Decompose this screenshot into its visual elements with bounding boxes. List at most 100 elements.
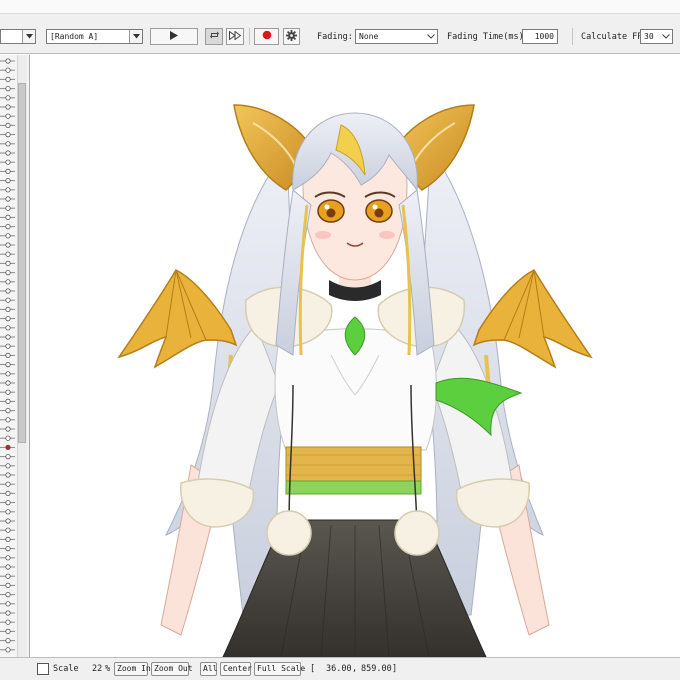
character-model: [117, 104, 593, 657]
slider-knob[interactable]: [5, 58, 11, 64]
slider-knob[interactable]: [5, 610, 11, 616]
slider-knob[interactable]: [5, 472, 11, 478]
slider-knob[interactable]: [5, 453, 11, 460]
center-button[interactable]: Center: [220, 662, 252, 676]
play-button[interactable]: [150, 28, 198, 45]
fading-time-input[interactable]: 1000: [522, 29, 558, 44]
slider-knob[interactable]: [5, 113, 11, 119]
slider-knob[interactable]: [5, 628, 11, 635]
slider-knob[interactable]: [5, 555, 11, 561]
parameter-slider-list[interactable]: [0, 55, 17, 657]
fps-select[interactable]: 30: [640, 29, 673, 44]
motion-select[interactable]: [0, 29, 36, 44]
slider-knob[interactable]: [5, 398, 11, 404]
slider-knob[interactable]: [5, 279, 11, 285]
slider-knob[interactable]: [5, 499, 11, 506]
fading-time-label: Fading Time(ms):: [447, 32, 529, 42]
slider-knob[interactable]: [5, 141, 11, 147]
slider-knob[interactable]: [5, 463, 11, 469]
slider-knob[interactable]: [5, 619, 11, 625]
slider-knob[interactable]: [5, 187, 11, 193]
slider-knob[interactable]: [5, 242, 11, 248]
slider-knob[interactable]: [5, 527, 11, 533]
record-button[interactable]: [254, 28, 279, 45]
settings-button[interactable]: [283, 28, 300, 45]
slider-knob[interactable]: [5, 159, 11, 165]
slider-knob[interactable]: [5, 426, 11, 432]
scale-label: Scale: [53, 664, 79, 674]
slider-knob[interactable]: [5, 260, 11, 266]
slider-knob[interactable]: [5, 490, 11, 496]
slider-knob[interactable]: [5, 417, 11, 423]
slider-knob[interactable]: [5, 564, 11, 570]
slider-knob[interactable]: [5, 407, 11, 414]
coord-open-bracket: [: [310, 664, 316, 674]
slider-knob[interactable]: [5, 444, 11, 450]
slider-knob[interactable]: [5, 315, 11, 322]
slider-knob[interactable]: [5, 647, 11, 653]
slider-knob[interactable]: [5, 288, 11, 294]
slider-knob[interactable]: [5, 168, 11, 175]
chevron-down-icon: [424, 30, 437, 43]
slider-knob[interactable]: [5, 214, 11, 220]
coord-x: 36.00: [326, 664, 352, 674]
fading-select-value: None: [359, 32, 379, 41]
slider-knob[interactable]: [5, 270, 11, 276]
slider-knob[interactable]: [5, 389, 11, 395]
fast-forward-button[interactable]: [226, 28, 244, 45]
slider-knob[interactable]: [5, 371, 11, 377]
slider-knob[interactable]: [5, 85, 11, 92]
record-icon: [262, 30, 272, 43]
slider-knob[interactable]: [5, 435, 11, 441]
random-select-value: [Random A]: [50, 32, 99, 41]
slider-knob[interactable]: [5, 297, 11, 303]
slider-knob[interactable]: [5, 205, 11, 211]
slider-knob[interactable]: [5, 178, 11, 184]
calc-fps-label: Calculate FPS: [581, 32, 648, 42]
slider-knob[interactable]: [5, 325, 11, 331]
gear-icon: [286, 29, 297, 44]
slider-knob[interactable]: [5, 361, 11, 368]
zoom-in-button[interactable]: Zoom In: [114, 662, 151, 676]
slider-knob[interactable]: [5, 233, 11, 239]
slider-knob[interactable]: [5, 132, 11, 138]
panel-scrollbar-thumb[interactable]: [18, 83, 26, 443]
slider-knob[interactable]: [5, 352, 11, 358]
slider-knob[interactable]: [5, 196, 11, 202]
slider-knob[interactable]: [5, 306, 11, 312]
model-canvas[interactable]: [31, 55, 680, 657]
fading-select[interactable]: None: [355, 29, 438, 44]
slider-knob[interactable]: [5, 224, 11, 230]
slider-knob[interactable]: [5, 150, 11, 156]
slider-knob[interactable]: [5, 601, 11, 607]
slider-knob[interactable]: [5, 104, 11, 110]
slider-knob[interactable]: [5, 76, 11, 82]
slider-knob[interactable]: [5, 343, 11, 349]
slider-knob[interactable]: [5, 545, 11, 552]
parameter-panel: [0, 55, 30, 657]
scale-checkbox[interactable]: [37, 663, 49, 675]
chevron-down-icon: [22, 30, 35, 43]
toolbar-separator: [249, 28, 250, 45]
slider-knob[interactable]: [5, 591, 11, 598]
all-button[interactable]: All: [200, 662, 217, 676]
slider-knob[interactable]: [5, 334, 11, 340]
slider-knob[interactable]: [5, 536, 11, 542]
slider-knob[interactable]: [5, 582, 11, 589]
slider-knob[interactable]: [5, 481, 11, 487]
slider-knob[interactable]: [5, 518, 11, 524]
slider-knob[interactable]: [5, 95, 11, 101]
coord-separator: ,: [352, 664, 358, 674]
slider-knob[interactable]: [5, 573, 11, 579]
random-select[interactable]: [Random A]: [46, 29, 143, 44]
slider-knob[interactable]: [5, 509, 11, 515]
slider-knob[interactable]: [5, 251, 11, 257]
slider-knob[interactable]: [5, 637, 11, 644]
full-scale-button[interactable]: Full Scale: [254, 662, 305, 676]
zoom-out-button[interactable]: Zoom Out: [151, 662, 193, 676]
loop-button[interactable]: [205, 28, 223, 45]
slider-knob[interactable]: [5, 67, 11, 73]
fading-label: Fading:: [317, 32, 353, 42]
slider-knob[interactable]: [5, 122, 11, 129]
slider-knob[interactable]: [5, 380, 11, 386]
